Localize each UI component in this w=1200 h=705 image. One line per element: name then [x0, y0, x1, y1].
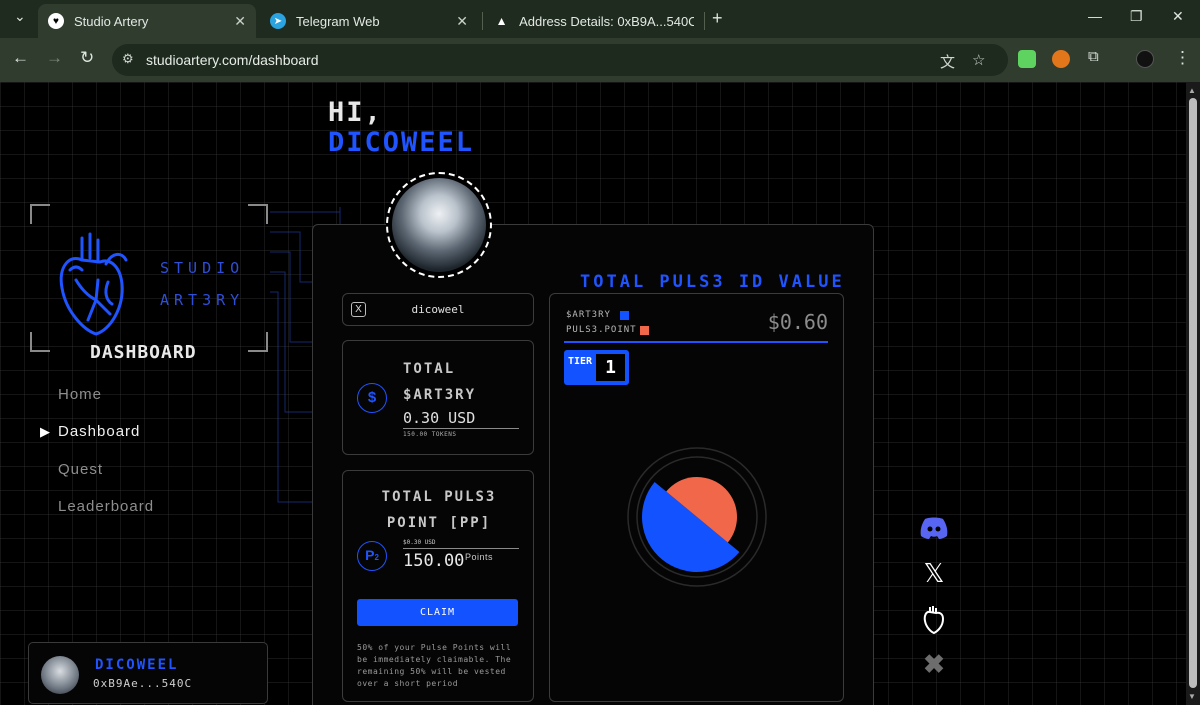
greeting-name: DICOWEEL [328, 127, 475, 158]
nav-dashboard[interactable]: Dashboard [58, 423, 140, 440]
artery-label-2: $ART3RY [403, 387, 477, 403]
pulse-points-value: 150.00 [403, 551, 465, 571]
heart-favicon-icon: ♥ [48, 13, 64, 29]
tab-separator [482, 12, 483, 30]
extension-green-icon[interactable] [1018, 50, 1036, 68]
greeting-hi: HI, [328, 97, 383, 128]
value-panel-title: TOTAL PULS3 ID VALUE [580, 272, 845, 292]
browser-toolbar: ← → ↻ ⚙ studioartery.com/dashboard 文 ☆ ⧉… [0, 38, 1200, 82]
pulse-label-2: POINT [PP] [386, 515, 492, 531]
extension-metamask-icon[interactable] [1052, 50, 1070, 68]
page-scrollbar[interactable]: ▲ ▼ [1186, 82, 1200, 705]
close-tab-icon[interactable]: ✕ [456, 13, 468, 30]
user-name: DICOWEEL [95, 657, 179, 673]
telegram-favicon-icon: ➤ [270, 13, 286, 29]
section-title: DASHBOARD [90, 342, 197, 363]
reload-icon[interactable]: ↻ [80, 48, 94, 68]
tier-label: TIER [568, 356, 593, 367]
x-handle: dicoweel [411, 303, 465, 316]
close-glyph: ✖ [923, 648, 945, 679]
legend-pulse-swatch [640, 326, 649, 335]
value-pie-chart [627, 447, 767, 587]
profile-avatar-large [386, 172, 492, 278]
tab-title: Address Details: 0xB9A...540C | [519, 13, 694, 29]
active-nav-arrow-icon: ▶ [40, 424, 50, 439]
new-tab-icon[interactable]: + [712, 8, 723, 29]
tab-title: Telegram Web [296, 13, 380, 29]
tab-telegram[interactable]: ➤ Telegram Web ✕ [260, 4, 478, 38]
discord-icon[interactable] [918, 512, 950, 544]
claim-note: 50% of your Pulse Points will be immedia… [357, 643, 512, 688]
user-avatar [41, 656, 79, 694]
close-window-icon[interactable]: ✕ [1172, 8, 1184, 25]
x-glyph: 𝕏 [923, 559, 945, 589]
pp-icon-sub: 2 [374, 553, 379, 562]
tab-address-details[interactable]: ▲ Address Details: 0xB9A...540C | [484, 4, 704, 38]
legend-artery-swatch [620, 311, 629, 320]
greeting: HI, DICOWEEL [328, 98, 474, 158]
dollar-icon: $ [357, 383, 387, 413]
browser-tab-bar: ♥ Studio Artery ✕ ➤ Telegram Web ✕ ▲ Add… [0, 0, 1200, 38]
scroll-down-icon[interactable]: ▼ [1188, 692, 1196, 701]
forward-icon[interactable]: → [46, 48, 63, 68]
tab-search-icon[interactable]: ⌄ [14, 8, 26, 25]
profile-avatar[interactable] [1136, 50, 1154, 68]
user-card[interactable]: DICOWEEL 0xB9Ae...540C [28, 642, 268, 704]
avatar-image [392, 178, 486, 272]
frame-corner-tl [30, 204, 50, 224]
translate-icon[interactable]: 文 [940, 51, 955, 72]
artery-token-amount: 150.00 TOKENS [403, 431, 457, 438]
close-icon[interactable]: ✖ [918, 648, 950, 680]
address-bar[interactable]: ⚙ studioartery.com/dashboard 文 ☆ [112, 44, 1008, 76]
x-icon[interactable]: 𝕏 [918, 558, 950, 590]
scroll-up-icon[interactable]: ▲ [1188, 86, 1196, 95]
bookmark-star-icon[interactable]: ☆ [972, 51, 985, 69]
pulse-label-1: TOTAL PULS3 [381, 489, 497, 505]
brand-line1: STUDIO [160, 259, 245, 277]
pulse-point-icon: P2 [357, 541, 387, 571]
frame-corner-br [248, 332, 268, 352]
avalanche-favicon-icon: ▲ [495, 14, 508, 28]
nav-quest[interactable]: Quest [58, 461, 103, 478]
nav-leaderboard[interactable]: Leaderboard [58, 498, 154, 515]
brand-name: STUDIO ART3RY [160, 252, 244, 316]
site-settings-icon[interactable]: ⚙ [122, 51, 134, 67]
close-tab-icon[interactable]: ✕ [234, 13, 246, 30]
legend-artery-label: $ART3RY [566, 310, 611, 320]
extensions-puzzle-icon[interactable]: ⧉ [1088, 48, 1099, 65]
artery-total-card: $ TOTAL $ART3RY 0.30 USD 150.00 TOKENS [342, 340, 534, 455]
artery-heart-logo-icon [59, 232, 128, 336]
frame-corner-tr [248, 204, 268, 224]
tier-number: 1 [596, 354, 625, 381]
tab-studio-artery[interactable]: ♥ Studio Artery ✕ [38, 4, 256, 38]
total-value: $0.60 [767, 310, 828, 334]
tab-separator [704, 12, 705, 30]
back-icon[interactable]: ← [12, 48, 29, 68]
legend-pulse: PULS3.POINT [566, 325, 637, 335]
url-text[interactable]: studioartery.com/dashboard [146, 52, 319, 68]
artery-usd-value: 0.30 USD [403, 409, 519, 429]
legend-artery: $ART3RY [566, 310, 611, 320]
scroll-thumb[interactable] [1189, 98, 1197, 688]
brand-line2: ART3RY [160, 291, 245, 309]
minimize-icon[interactable]: — [1088, 8, 1102, 24]
menu-icon[interactable]: ⋮ [1174, 48, 1191, 68]
artery-label-1: TOTAL [403, 361, 456, 377]
nav-home[interactable]: Home [58, 386, 102, 403]
pulse-usd-value: $0.30 USD [403, 539, 519, 549]
tab-title: Studio Artery [74, 13, 149, 29]
legend-divider [564, 341, 828, 343]
wallet-address: 0xB9Ae...540C [93, 677, 193, 690]
frame-corner-bl [30, 332, 50, 352]
claim-button[interactable]: CLAIM [357, 599, 518, 626]
legend-pulse-label: PULS3.POINT [566, 325, 637, 335]
dashboard-page: HI, DICOWEEL STUDIO ART3RY DASHBOARD ▶ H… [0, 82, 1186, 705]
tier-badge: TIER 1 [564, 350, 629, 385]
artery-heart-icon[interactable] [918, 604, 950, 636]
restore-icon[interactable]: ❐ [1130, 8, 1143, 25]
pulse-points-unit: Points [465, 552, 494, 562]
x-handle-card[interactable]: X dicoweel [342, 293, 534, 326]
